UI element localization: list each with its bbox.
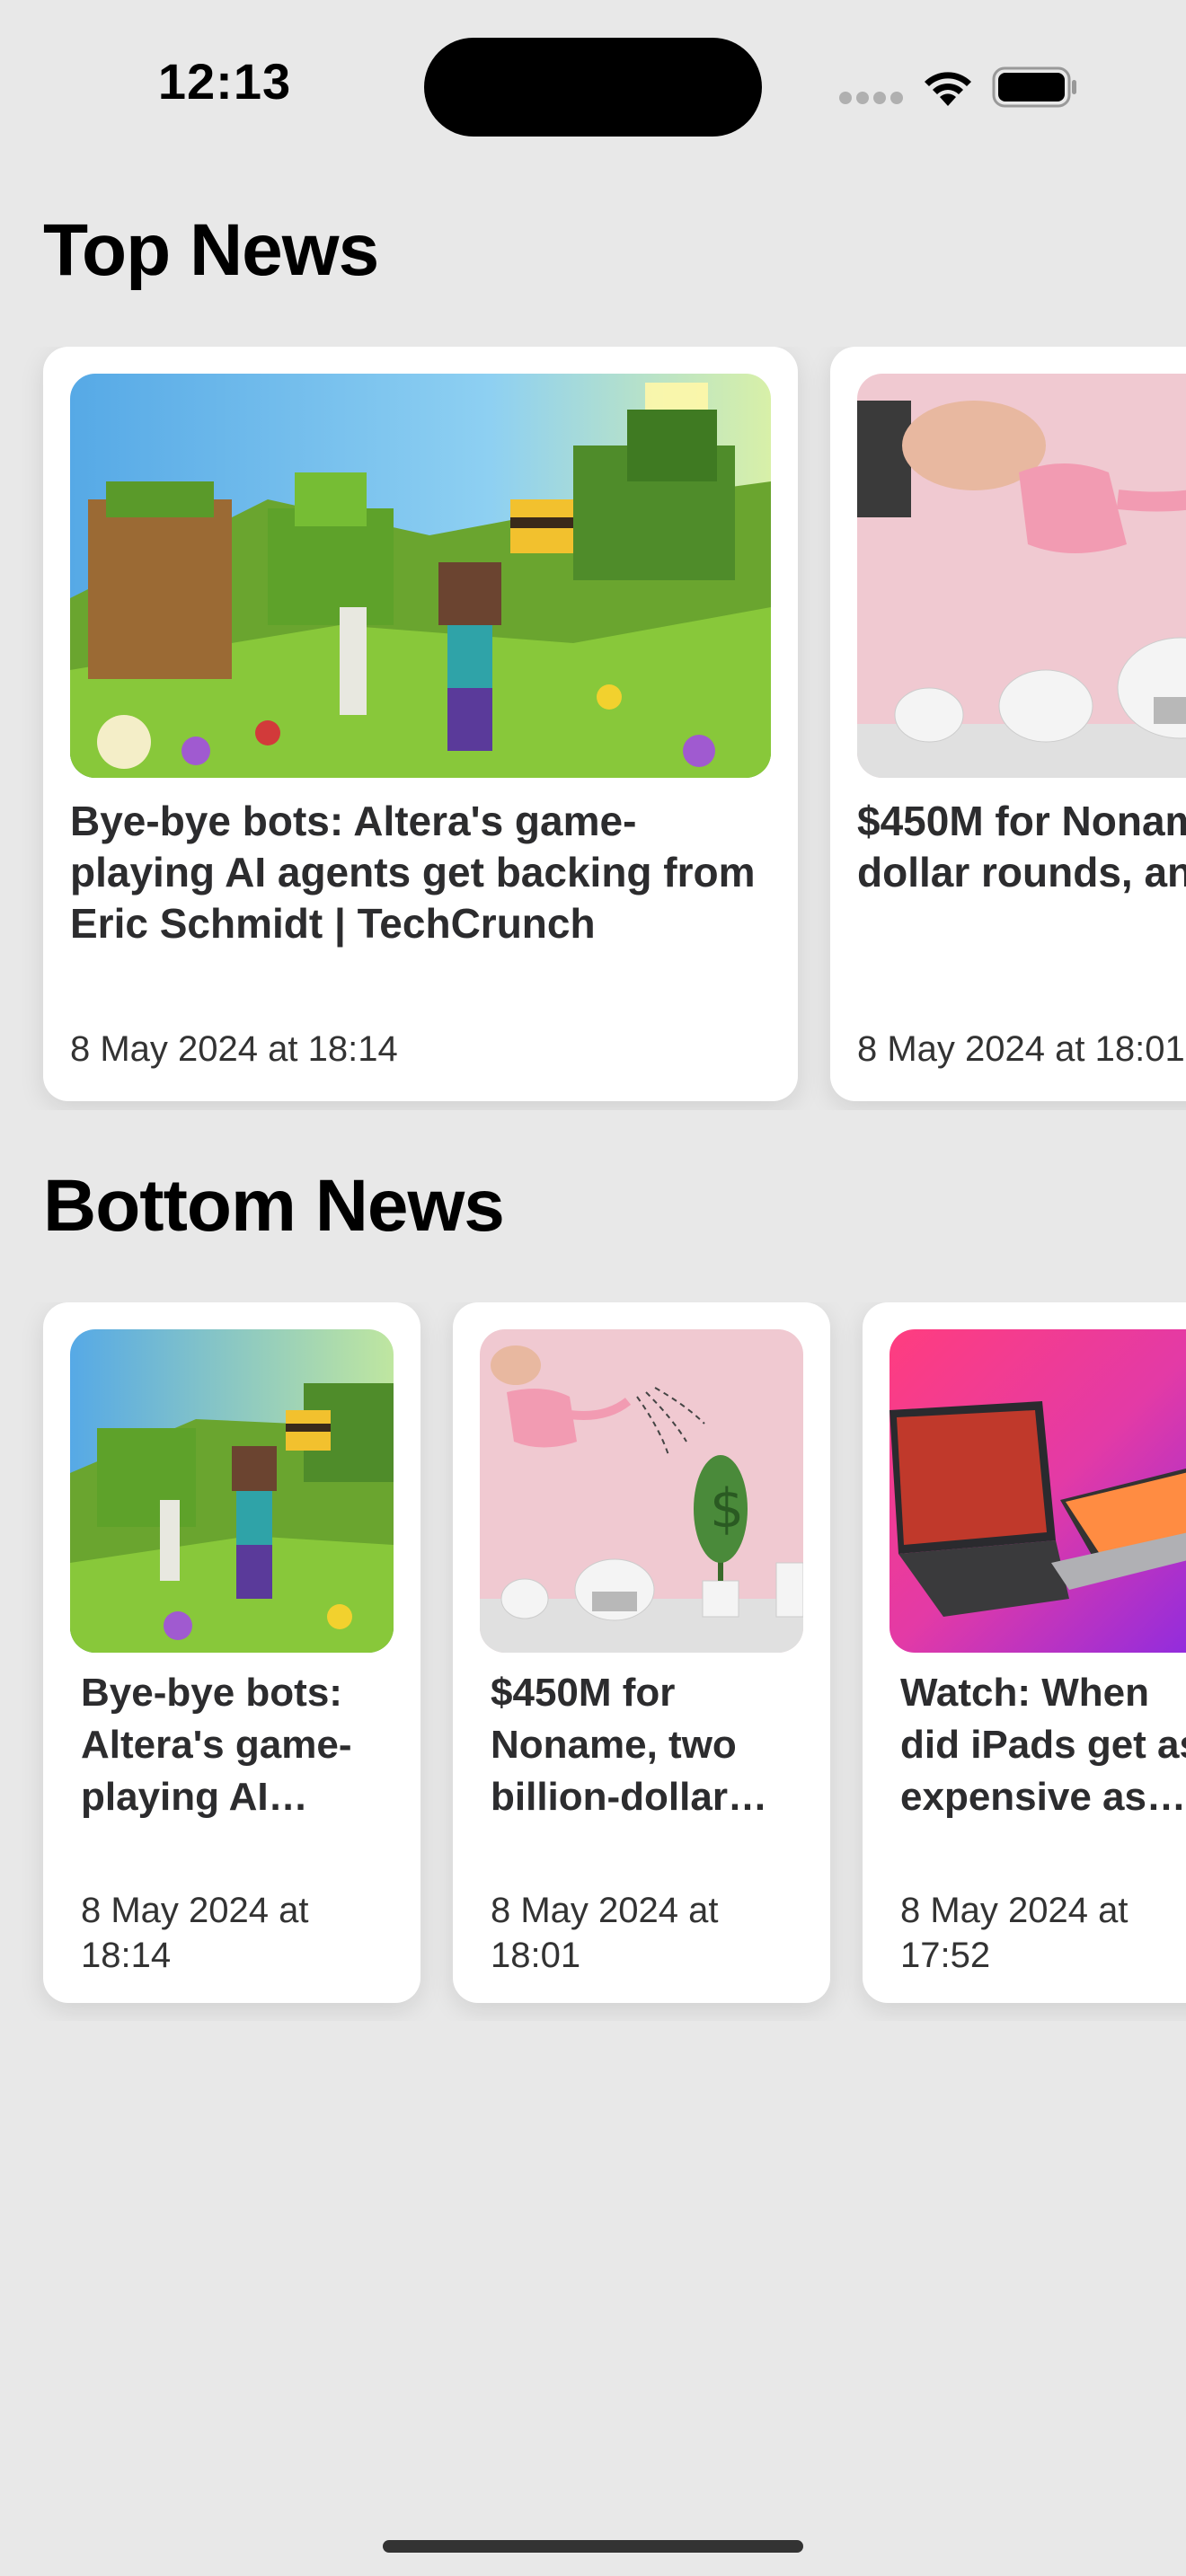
card-title: Bye-bye bots: Altera's game-playing AI a…: [70, 798, 756, 947]
news-card[interactable]: $450M for Noname, two billion-dollar rou…: [830, 347, 1186, 1101]
ipad-macbook-image: [890, 1329, 1186, 1653]
card-date: 8 May 2024 at 17:52: [900, 1891, 1128, 1975]
minecraft-artwork-image: [70, 374, 771, 778]
card-date: 8 May 2024 at 18:14: [81, 1891, 309, 1975]
home-indicator[interactable]: [383, 2540, 803, 2553]
bottom-news-carousel[interactable]: Bye-bye bots: Altera's game-playing AI a…: [0, 1302, 1186, 2021]
news-card[interactable]: $ $450M for Noname, two billion-dollar r…: [453, 1302, 830, 2003]
battery-full-icon: [992, 66, 1078, 108]
cellular-signal-icon: [839, 92, 903, 104]
card-title: $450M for Noname, two billion-dollar rou…: [857, 798, 1186, 895]
card-title: $450M for Noname, two billion-dollar rou…: [491, 1671, 737, 1819]
card-date: 8 May 2024 at 18:14: [70, 1029, 398, 1069]
card-date: 8 May 2024 at 18:01: [857, 1029, 1185, 1069]
wifi-icon: [920, 65, 976, 108]
minecraft-artwork-image: [70, 1329, 394, 1653]
status-time: 12:13: [157, 53, 292, 110]
card-title: Bye-bye bots: Altera's game-playing AI a…: [81, 1671, 352, 1819]
watering-can-money-plant-image: $: [480, 1329, 803, 1653]
watering-can-piggy-banks-image: [857, 374, 1186, 778]
news-card[interactable]: Watch: When did iPads get as expensive a…: [863, 1302, 1186, 2003]
dynamic-island: [424, 38, 762, 137]
card-date: 8 May 2024 at 18:01: [491, 1891, 719, 1975]
news-card[interactable]: Bye-bye bots: Altera's game-playing AI a…: [43, 1302, 420, 2003]
section-title-bottom-news: Bottom News: [43, 1165, 505, 1247]
top-news-carousel[interactable]: Bye-bye bots: Altera's game-playing AI a…: [0, 347, 1186, 1110]
status-bar: 12:13: [0, 0, 1186, 180]
news-card[interactable]: Bye-bye bots: Altera's game-playing AI a…: [43, 347, 798, 1101]
card-title: Watch: When did iPads get as expensive a…: [900, 1671, 1186, 1819]
section-title-top-news: Top News: [43, 209, 379, 291]
svg-text:$: $: [710, 1478, 744, 1540]
